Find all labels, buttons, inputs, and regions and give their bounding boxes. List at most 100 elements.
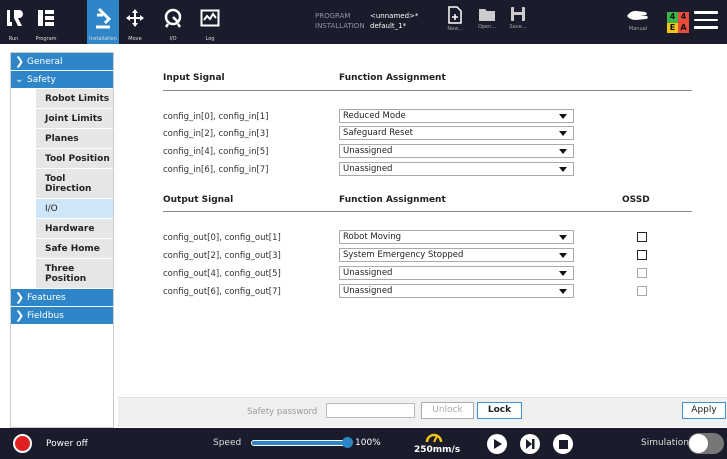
save-button[interactable]: Save... bbox=[503, 6, 533, 40]
power-off-button[interactable]: Power off bbox=[46, 439, 88, 449]
play-icon bbox=[494, 439, 502, 449]
input-signal-header: Input Signal bbox=[163, 73, 225, 83]
speed-label: Speed bbox=[213, 438, 242, 448]
dropdown-arrow-icon bbox=[559, 149, 567, 154]
safety-password-label: Safety password bbox=[247, 407, 318, 417]
sidebar-item-io[interactable]: I/O bbox=[36, 199, 113, 218]
sidebar-item-tool-direction[interactable]: Tool Direction bbox=[36, 169, 113, 198]
output-signal-label: config_out[2], config_out[3] bbox=[163, 251, 281, 261]
program-key: PROGRAM bbox=[315, 12, 351, 20]
tab-io[interactable]: I/O bbox=[158, 0, 188, 44]
ossd-checkbox[interactable] bbox=[637, 232, 647, 242]
input-signal-label: config_in[2], config_in[3] bbox=[163, 129, 269, 139]
save-label: Save... bbox=[509, 24, 527, 30]
tab-installation[interactable]: Installation bbox=[87, 0, 119, 44]
sidebar-item-hardware[interactable]: Hardware bbox=[36, 219, 113, 238]
safety-password-bar: Safety password Unlock Lock Apply bbox=[118, 397, 727, 427]
ossd-checkbox[interactable] bbox=[637, 250, 647, 260]
lock-button[interactable]: Lock bbox=[477, 402, 522, 419]
hamburger-menu-icon[interactable] bbox=[694, 11, 718, 31]
select-value: Unassigned bbox=[343, 164, 393, 174]
sidebar-item-tool-position[interactable]: Tool Position bbox=[36, 149, 113, 168]
input-function-select[interactable]: Unassigned bbox=[339, 144, 574, 158]
tab-io-label: I/O bbox=[169, 36, 177, 42]
step-button[interactable] bbox=[520, 434, 540, 454]
dropdown-arrow-icon bbox=[559, 253, 567, 258]
sidebar-item-planes[interactable]: Planes bbox=[36, 129, 113, 148]
select-value: Unassigned bbox=[343, 268, 393, 278]
tcp-speed: 250mm/s bbox=[414, 445, 461, 455]
program-name: <unnamed>* bbox=[370, 12, 419, 20]
dropdown-arrow-icon bbox=[559, 271, 567, 276]
status-cell: 4 bbox=[678, 12, 689, 23]
output-function-select[interactable]: System Emergency Stopped bbox=[339, 248, 574, 262]
select-value: Safeguard Reset bbox=[343, 128, 414, 138]
toggle-knob bbox=[689, 434, 708, 453]
input-function-select[interactable]: Unassigned bbox=[339, 162, 574, 176]
input-function-select[interactable]: Safeguard Reset bbox=[339, 126, 574, 140]
tab-installation-label: Installation bbox=[89, 36, 117, 42]
sidebar-item-safety[interactable]: ⌄ Safety bbox=[11, 71, 113, 88]
tab-log[interactable]: Log bbox=[195, 0, 225, 44]
sidebar-item-label: Hardware bbox=[45, 223, 95, 234]
speed-slider-fill bbox=[252, 441, 346, 445]
safety-password-input[interactable] bbox=[326, 403, 415, 418]
sidebar-item-label: Fieldbus bbox=[27, 310, 64, 321]
sidebar-item-label: Three Position bbox=[45, 263, 87, 284]
sidebar-item-fieldbus[interactable]: ❯ Fieldbus bbox=[11, 307, 113, 324]
stop-button[interactable] bbox=[553, 434, 573, 454]
dropdown-arrow-icon bbox=[559, 235, 567, 240]
top-header: Run Program Installation Move I/O Log PR… bbox=[0, 0, 727, 44]
sidebar-item-joint-limits[interactable]: Joint Limits bbox=[36, 109, 113, 128]
output-signal-label: config_out[6], config_out[7] bbox=[163, 287, 281, 297]
mode-button[interactable]: Manual bbox=[620, 6, 656, 40]
dropdown-arrow-icon bbox=[559, 167, 567, 172]
sidebar-item-label: I/O bbox=[45, 203, 58, 214]
output-function-select[interactable]: Unassigned bbox=[339, 266, 574, 280]
output-function-select[interactable]: Robot Moving bbox=[339, 230, 574, 244]
input-signal-label: config_in[6], config_in[7] bbox=[163, 165, 269, 175]
chevron-right-icon: ❯ bbox=[15, 291, 25, 304]
open-folder-icon bbox=[479, 9, 495, 21]
dropdown-arrow-icon bbox=[559, 131, 567, 136]
tab-move[interactable]: Move bbox=[120, 0, 150, 44]
unlock-button[interactable]: Unlock bbox=[421, 402, 474, 419]
sidebar-item-label: Features bbox=[27, 292, 66, 303]
sidebar-item-safe-home[interactable]: Safe Home bbox=[36, 239, 113, 258]
sidebar-item-robot-limits[interactable]: Robot Limits bbox=[36, 89, 113, 108]
chevron-right-icon: ❯ bbox=[15, 309, 25, 322]
new-button[interactable]: New... bbox=[440, 6, 470, 40]
sidebar-item-features[interactable]: ❯ Features bbox=[11, 289, 113, 306]
power-icon[interactable] bbox=[13, 434, 32, 453]
tab-run[interactable]: Run bbox=[0, 0, 27, 44]
status-indicator: 4 4 E A bbox=[667, 12, 689, 33]
simulation-toggle[interactable] bbox=[688, 433, 724, 454]
speed-slider-handle[interactable] bbox=[342, 437, 353, 448]
sidebar-item-label: Planes bbox=[45, 133, 79, 144]
program-icon bbox=[36, 0, 56, 36]
output-function-select[interactable]: Unassigned bbox=[339, 284, 574, 298]
new-label: New... bbox=[447, 26, 463, 32]
select-value: Reduced Mode bbox=[343, 111, 406, 121]
play-button[interactable] bbox=[487, 434, 507, 454]
select-value: Unassigned bbox=[343, 286, 393, 296]
simulation-label: Simulation bbox=[641, 438, 689, 448]
tab-program-label: Program bbox=[35, 36, 57, 42]
apply-button[interactable]: Apply bbox=[682, 402, 726, 419]
select-value: Robot Moving bbox=[343, 232, 402, 242]
ossd-checkbox bbox=[637, 268, 647, 278]
sidebar-item-label: Tool Position bbox=[45, 153, 110, 164]
speed-slider-track[interactable] bbox=[251, 440, 347, 446]
step-icon bbox=[526, 439, 535, 449]
status-cell: 4 bbox=[667, 12, 678, 23]
ossd-header: OSSD bbox=[622, 195, 650, 205]
open-button[interactable]: Open... bbox=[472, 6, 502, 40]
sidebar-item-general[interactable]: ❯ General bbox=[11, 53, 113, 70]
tab-program[interactable]: Program bbox=[27, 0, 65, 44]
sidebar-item-three-position[interactable]: Three Position bbox=[36, 259, 113, 288]
chevron-down-icon: ⌄ bbox=[15, 74, 24, 85]
chevron-right-icon: ❯ bbox=[15, 55, 25, 68]
output-signal-header: Output Signal bbox=[163, 195, 234, 205]
input-function-select[interactable]: Reduced Mode bbox=[339, 109, 574, 123]
output-function-header: Function Assignment bbox=[339, 195, 446, 205]
